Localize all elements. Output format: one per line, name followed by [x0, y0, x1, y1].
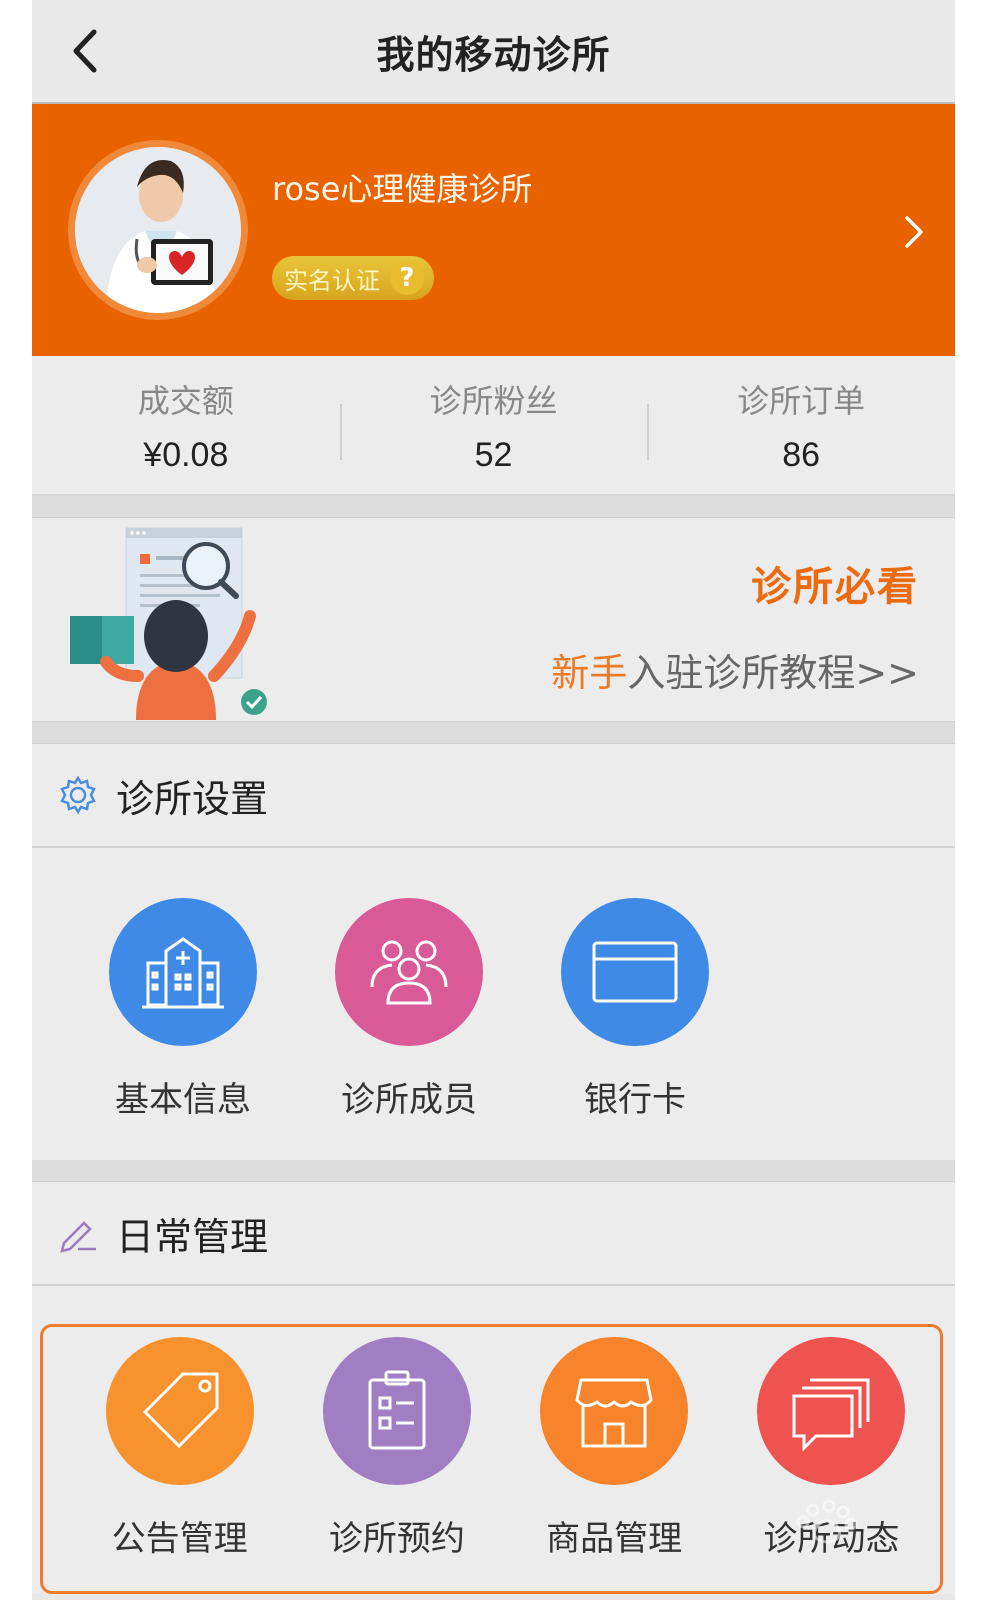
icon-circle	[540, 1337, 689, 1485]
chat-icon	[792, 1378, 870, 1452]
stat-value: ¥0.08	[143, 435, 229, 474]
members-icon	[370, 940, 448, 1005]
stat-label: 成交额	[137, 381, 234, 420]
tutorial-banner[interactable]: 诊所必看 新手入驻诊所教程>>	[32, 518, 955, 722]
real-name-verify-badge[interactable]: 实名认证 ?	[272, 256, 434, 300]
help-icon[interactable]: ?	[390, 261, 424, 295]
stat-value: 86	[782, 435, 821, 474]
verify-label: 实名认证	[284, 266, 380, 295]
stat-label: 诊所订单	[737, 381, 866, 420]
doctor-avatar-image	[75, 147, 241, 313]
grid-item-label: 公告管理	[111, 1519, 248, 1559]
banner-link[interactable]: 新手入驻诊所教程>>	[551, 642, 919, 697]
clipboard-icon	[368, 1370, 426, 1450]
tutorial-illustration	[70, 527, 267, 720]
grid-item-label: 基本信息	[115, 1080, 251, 1120]
divider	[32, 722, 955, 744]
nav-bar: 我的移动诊所	[32, 0, 955, 104]
banner-link-highlight: 新手	[551, 651, 628, 695]
grid-item-label: 诊所预约	[328, 1519, 465, 1559]
grid-item-label: 银行卡	[584, 1080, 686, 1120]
clinic-profile-card[interactable]: rose心理健康诊所 实名认证 ?	[32, 104, 955, 356]
divider	[32, 496, 955, 518]
tag-icon	[142, 1372, 219, 1449]
icon-circle	[335, 898, 483, 1046]
stats-bar: 成交额 ¥0.08 诊所粉丝 52 诊所订单 86	[32, 356, 955, 496]
avatar[interactable]	[68, 140, 248, 320]
icon-circle	[105, 1337, 254, 1485]
clinic-name: rose心理健康诊所	[272, 170, 533, 208]
stat-fans[interactable]: 诊所粉丝 52	[339, 376, 648, 475]
page-title: 我的移动诊所	[376, 32, 611, 77]
section-title: 诊所设置	[116, 776, 269, 821]
stat-orders[interactable]: 诊所订单 86	[647, 376, 955, 475]
chevron-right-icon[interactable]	[899, 212, 929, 252]
grid-item-members[interactable]: 诊所成员	[296, 898, 522, 1160]
section-header-settings: 诊所设置	[32, 744, 955, 848]
stat-label: 诊所粉丝	[429, 381, 558, 420]
grid-item-appointment[interactable]: 诊所预约	[288, 1337, 505, 1591]
section-title: 日常管理	[116, 1214, 269, 1259]
icon-circle	[561, 898, 709, 1046]
store-icon	[575, 1378, 653, 1448]
edit-icon	[60, 1221, 96, 1253]
stat-revenue[interactable]: 成交额 ¥0.08	[32, 376, 340, 475]
bank-card-icon	[592, 941, 678, 1003]
settings-grid: 基本信息 诊所成员 银行卡	[32, 848, 955, 1160]
grid-item-products[interactable]: 商品管理	[506, 1337, 723, 1591]
grid-item-announcement[interactable]: 公告管理	[71, 1337, 288, 1591]
divider	[32, 1160, 955, 1182]
chevron-left-icon	[73, 29, 97, 73]
stat-value: 52	[474, 435, 513, 474]
grid-item-bank-card[interactable]: 银行卡	[522, 898, 748, 1160]
back-button[interactable]	[62, 28, 108, 74]
grid-item-basic-info[interactable]: 基本信息	[70, 898, 296, 1160]
icon-circle	[322, 1337, 471, 1485]
grid-item-label: 商品管理	[546, 1519, 683, 1559]
hospital-icon	[142, 937, 224, 1009]
section-header-daily: 日常管理	[32, 1182, 955, 1286]
icon-circle	[109, 898, 257, 1046]
watermark-logo	[796, 1499, 858, 1544]
banner-link-text: 入驻诊所教程>>	[627, 651, 919, 695]
banner-title: 诊所必看	[751, 564, 919, 610]
grid-item-label: 诊所成员	[341, 1080, 477, 1120]
icon-circle	[757, 1337, 906, 1485]
app-screen: 我的移动诊所 rose心理健康诊所 实名认证 ? 成交额 ¥0.08 诊所粉丝 …	[32, 0, 955, 1600]
gear-icon	[60, 775, 96, 815]
